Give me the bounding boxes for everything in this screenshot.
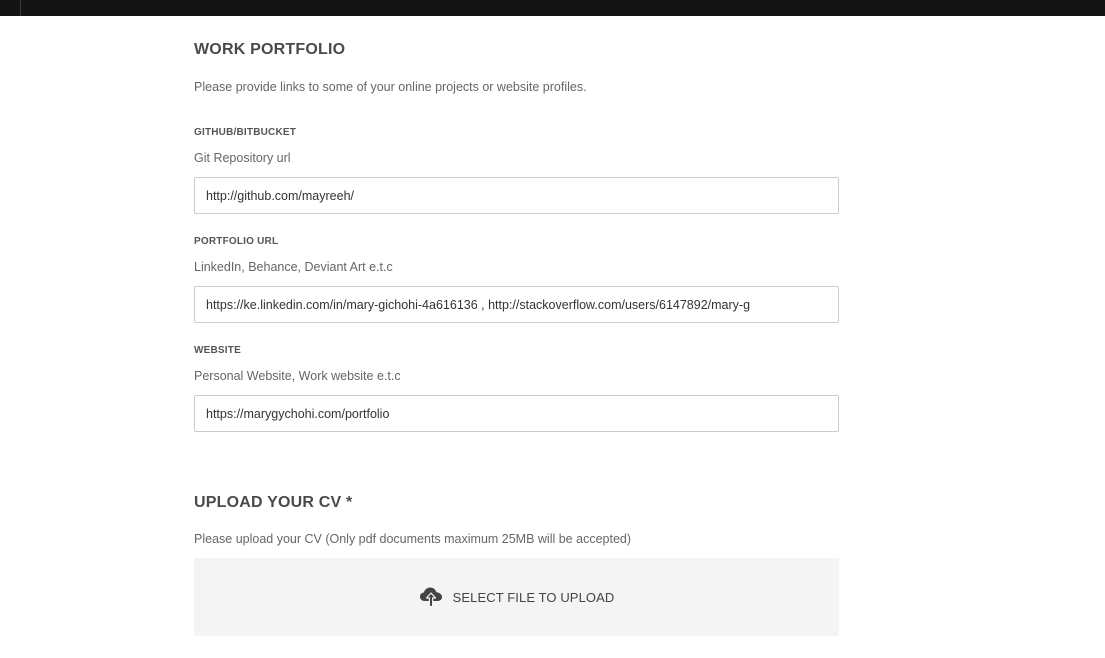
select-file-label: SELECT FILE TO UPLOAD <box>452 589 615 605</box>
cv-section-description: Please upload your CV (Only pdf document… <box>194 532 632 546</box>
website-url-input[interactable] <box>194 395 839 432</box>
portfolio-url-input[interactable] <box>194 286 839 323</box>
github-url-input[interactable] <box>194 177 839 214</box>
github-field-label: GITHUB/BITBUCKET <box>194 127 297 138</box>
navbar-divider <box>20 0 21 16</box>
upload-button-content[interactable]: SELECT FILE TO UPLOAD <box>419 586 615 608</box>
website-field-label: WEBSITE <box>194 345 241 356</box>
portfolio-section-description: Please provide links to some of your onl… <box>194 80 587 94</box>
github-field-hint: Git Repository url <box>194 151 291 165</box>
portfolio-url-field-label: PORTFOLIO URL <box>194 236 279 247</box>
website-field-hint: Personal Website, Work website e.t.c <box>194 369 401 383</box>
cv-section-title: UPLOAD YOUR CV * <box>194 494 353 511</box>
cloud-upload-icon <box>419 587 442 608</box>
portfolio-url-field-hint: LinkedIn, Behance, Deviant Art e.t.c <box>194 260 393 274</box>
top-navbar <box>0 0 1105 16</box>
portfolio-section-title: WORK PORTFOLIO <box>194 41 346 58</box>
cv-upload-dropzone[interactable]: SELECT FILE TO UPLOAD <box>194 558 839 636</box>
